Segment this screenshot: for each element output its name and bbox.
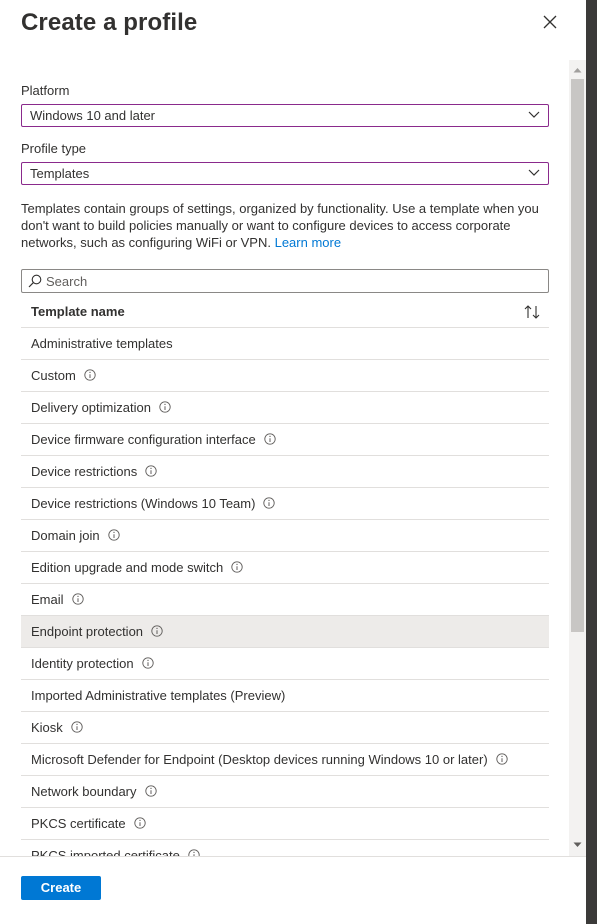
info-icon[interactable] bbox=[263, 489, 276, 509]
learn-more-link[interactable]: Learn more bbox=[275, 235, 341, 250]
table-row[interactable]: Endpoint protection bbox=[21, 616, 549, 648]
template-name: Administrative templates bbox=[31, 336, 173, 351]
table-row[interactable]: Network boundary bbox=[21, 776, 549, 808]
info-icon[interactable] bbox=[159, 393, 171, 413]
column-header-template-name: Template name bbox=[31, 304, 125, 319]
template-name: Email bbox=[31, 592, 64, 607]
sort-icon[interactable] bbox=[523, 303, 541, 321]
template-name: Edition upgrade and mode switch bbox=[31, 560, 224, 575]
search-input[interactable] bbox=[46, 272, 544, 290]
info-icon[interactable] bbox=[144, 777, 157, 797]
chevron-down-icon bbox=[528, 169, 540, 176]
scrollbar-thumb[interactable] bbox=[571, 79, 584, 632]
platform-label: Platform bbox=[21, 83, 70, 98]
table-row[interactable]: Device firmware configuration interface bbox=[21, 424, 549, 456]
template-name: PKCS imported certificate bbox=[31, 848, 180, 856]
page-title: Create a profile bbox=[21, 9, 198, 36]
template-name: Network boundary bbox=[31, 784, 137, 799]
info-icon[interactable] bbox=[188, 841, 200, 856]
template-name: Domain join bbox=[31, 528, 100, 543]
template-name: Endpoint protection bbox=[31, 624, 144, 639]
panel-content: Platform Windows 10 and later Profile ty… bbox=[0, 60, 569, 856]
panel-footer: Create bbox=[0, 856, 586, 924]
template-name: Device restrictions (Windows 10 Team) bbox=[31, 496, 256, 511]
template-name: Device restrictions bbox=[31, 464, 138, 479]
template-name: PKCS certificate bbox=[31, 816, 126, 831]
table-header: Template name bbox=[21, 296, 549, 328]
profile-type-value: Templates bbox=[30, 166, 90, 181]
scroll-up-icon[interactable] bbox=[573, 67, 582, 73]
table-row[interactable]: Microsoft Defender for Endpoint (Desktop… bbox=[21, 744, 549, 776]
info-icon[interactable] bbox=[71, 585, 84, 605]
profile-type-dropdown[interactable]: Templates bbox=[21, 162, 549, 185]
template-name: Custom bbox=[31, 368, 76, 383]
table-row[interactable]: Kiosk bbox=[21, 712, 549, 744]
template-name: Device firmware configuration interface bbox=[31, 432, 256, 447]
table-body: Administrative templates Custom Delivery o… bbox=[21, 328, 549, 856]
table-row[interactable]: Device restrictions bbox=[21, 456, 549, 488]
platform-value: Windows 10 and later bbox=[30, 108, 156, 123]
table-row[interactable]: Device restrictions (Windows 10 Team) bbox=[21, 488, 549, 520]
template-name: Identity protection bbox=[31, 656, 134, 671]
platform-dropdown[interactable]: Windows 10 and later bbox=[21, 104, 549, 127]
table-row[interactable]: Email bbox=[21, 584, 549, 616]
table-row[interactable]: Imported Administrative templates (Previ… bbox=[21, 680, 549, 712]
template-name: Microsoft Defender for Endpoint (Desktop… bbox=[31, 752, 488, 767]
profile-type-label: Profile type bbox=[21, 141, 87, 156]
info-icon[interactable] bbox=[264, 425, 276, 445]
table-row[interactable]: Administrative templates bbox=[21, 328, 549, 360]
search-box[interactable] bbox=[21, 269, 549, 293]
info-icon[interactable] bbox=[71, 713, 83, 733]
info-icon[interactable] bbox=[151, 617, 163, 637]
info-icon[interactable] bbox=[141, 649, 154, 669]
table-row[interactable]: Delivery optimization bbox=[21, 392, 549, 424]
info-icon[interactable] bbox=[84, 361, 96, 381]
create-profile-panel: Create a profile Platform Windows 10 and… bbox=[0, 0, 586, 924]
table-row[interactable]: PKCS certificate bbox=[21, 808, 549, 840]
info-icon[interactable] bbox=[231, 553, 243, 573]
search-icon bbox=[28, 274, 42, 288]
table-row[interactable]: PKCS imported certificate bbox=[21, 840, 549, 856]
create-button[interactable]: Create bbox=[21, 876, 101, 900]
info-icon[interactable] bbox=[145, 457, 157, 477]
info-icon[interactable] bbox=[496, 745, 508, 765]
info-icon[interactable] bbox=[108, 521, 120, 541]
table-row[interactable]: Identity protection bbox=[21, 648, 549, 680]
template-name: Delivery optimization bbox=[31, 400, 151, 415]
window-edge bbox=[586, 0, 597, 924]
table-row[interactable]: Domain join bbox=[21, 520, 549, 552]
chevron-down-icon bbox=[528, 111, 540, 118]
template-name: Imported Administrative templates (Previ… bbox=[31, 688, 286, 703]
templates-description: Templates contain groups of settings, or… bbox=[21, 200, 551, 251]
info-icon[interactable] bbox=[134, 809, 146, 829]
template-name: Kiosk bbox=[31, 720, 63, 735]
vertical-scrollbar[interactable] bbox=[569, 60, 586, 856]
scroll-down-icon[interactable] bbox=[573, 842, 582, 848]
table-row[interactable]: Custom bbox=[21, 360, 549, 392]
close-icon[interactable] bbox=[540, 12, 560, 32]
table-row[interactable]: Edition upgrade and mode switch bbox=[21, 552, 549, 584]
template-table: Template name Administrative templates Cu… bbox=[21, 296, 549, 856]
